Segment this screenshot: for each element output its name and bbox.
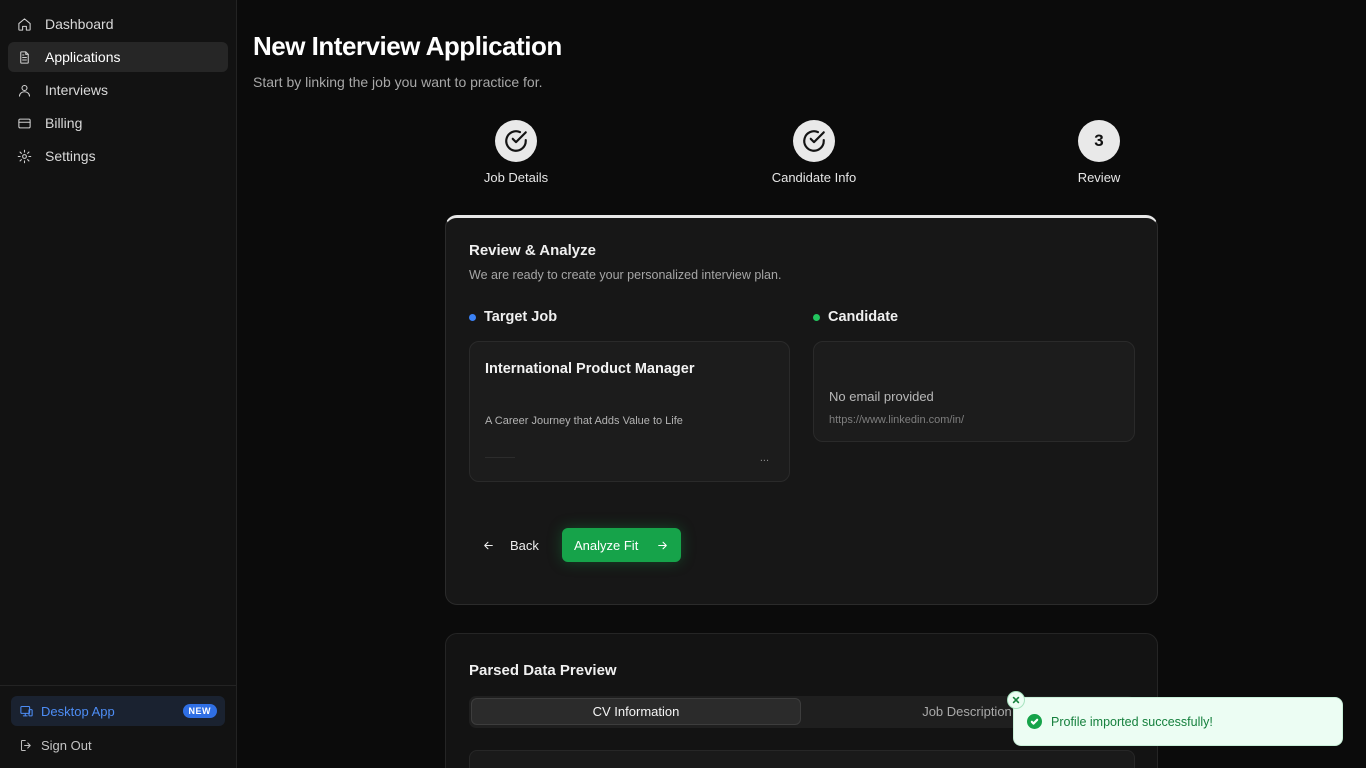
candidate-heading: Candidate bbox=[813, 309, 898, 325]
target-job-heading: Target Job bbox=[469, 309, 557, 325]
sidebar-item-label: Applications bbox=[45, 49, 121, 65]
candidate-email: No email provided bbox=[829, 389, 934, 404]
back-label: Back bbox=[510, 537, 539, 553]
gear-icon bbox=[16, 148, 32, 164]
new-badge: NEW bbox=[182, 704, 217, 718]
step-job-details: Job Details bbox=[446, 120, 586, 185]
sidebar-nav: Dashboard Applications Interviews Billin… bbox=[0, 0, 236, 171]
preview-title: Parsed Data Preview bbox=[469, 662, 617, 679]
green-dot-icon bbox=[813, 313, 820, 321]
sidebar-item-applications[interactable]: Applications bbox=[8, 42, 228, 72]
sidebar-item-dashboard[interactable]: Dashboard bbox=[8, 9, 228, 39]
sidebar-item-settings[interactable]: Settings bbox=[8, 141, 228, 171]
tab-cv-information[interactable]: CV Information bbox=[471, 698, 801, 725]
toast-message: Profile imported successfully! bbox=[1051, 714, 1213, 729]
review-card: Review & Analyze We are ready to create … bbox=[445, 215, 1158, 605]
target-job-summary: International Product Manager A Career J… bbox=[469, 341, 790, 482]
target-job-label: Target Job bbox=[484, 309, 558, 325]
blue-dot-icon bbox=[469, 313, 476, 321]
arrow-left-icon bbox=[484, 541, 493, 549]
sidebar-item-label: Billing bbox=[45, 115, 83, 131]
candidate-summary: No email provided https://www.linkedin.c… bbox=[813, 341, 1135, 442]
arrow-right-icon bbox=[658, 541, 667, 549]
sidebar: Dashboard Applications Interviews Billin… bbox=[0, 0, 237, 768]
step-number: 3 bbox=[1078, 120, 1120, 162]
job-title: International Product Manager bbox=[485, 361, 695, 377]
page-subtitle: Start by linking the job you want to pra… bbox=[253, 74, 543, 90]
sign-out-icon bbox=[20, 739, 31, 751]
document-icon bbox=[16, 49, 32, 65]
monitor-icon bbox=[20, 705, 33, 716]
step-label: Candidate Info bbox=[771, 170, 857, 185]
preview-content bbox=[469, 750, 1135, 768]
analyze-label: Analyze Fit bbox=[574, 537, 639, 553]
toast-close-button[interactable] bbox=[1007, 691, 1025, 709]
sign-out-button[interactable]: Sign Out bbox=[11, 730, 225, 760]
review-title: Review & Analyze bbox=[469, 242, 596, 259]
desktop-app-label: Desktop App bbox=[41, 703, 115, 719]
sign-out-label: Sign Out bbox=[41, 737, 92, 753]
step-label: Job Details bbox=[483, 170, 549, 185]
sidebar-item-interviews[interactable]: Interviews bbox=[8, 75, 228, 105]
step-complete-indicator bbox=[495, 120, 537, 162]
sidebar-footer: Desktop App NEW Sign Out bbox=[0, 685, 236, 768]
close-icon bbox=[1012, 696, 1020, 704]
analyze-fit-button[interactable]: Analyze Fit bbox=[562, 528, 681, 562]
job-ellipsis: ... bbox=[759, 452, 769, 464]
sidebar-item-label: Interviews bbox=[45, 82, 109, 98]
check-circle-icon bbox=[505, 130, 527, 152]
candidate-label: Candidate bbox=[828, 309, 899, 325]
job-description: A Career Journey that Adds Value to Life bbox=[485, 415, 683, 427]
sidebar-item-billing[interactable]: Billing bbox=[8, 108, 228, 138]
review-description: We are ready to create your personalized… bbox=[469, 268, 782, 282]
home-icon bbox=[16, 16, 32, 32]
credit-card-icon bbox=[16, 115, 32, 131]
step-label: Review bbox=[1077, 170, 1121, 185]
check-circle-icon bbox=[1027, 714, 1042, 729]
sidebar-item-label: Dashboard bbox=[45, 16, 114, 32]
step-candidate-info: Candidate Info bbox=[744, 120, 884, 185]
user-icon bbox=[16, 82, 32, 98]
success-toast: Profile imported successfully! bbox=[1007, 691, 1343, 746]
back-button[interactable]: Back bbox=[469, 528, 552, 562]
blurred-text-line bbox=[485, 457, 515, 458]
desktop-app-link[interactable]: Desktop App NEW bbox=[11, 696, 225, 726]
page-title: New Interview Application bbox=[253, 31, 562, 61]
step-review: 3 Review bbox=[1029, 120, 1169, 185]
check-circle-icon bbox=[803, 130, 825, 152]
step-complete-indicator bbox=[793, 120, 835, 162]
candidate-linkedin: https://www.linkedin.com/in/ bbox=[829, 414, 965, 426]
sidebar-item-label: Settings bbox=[45, 148, 96, 164]
